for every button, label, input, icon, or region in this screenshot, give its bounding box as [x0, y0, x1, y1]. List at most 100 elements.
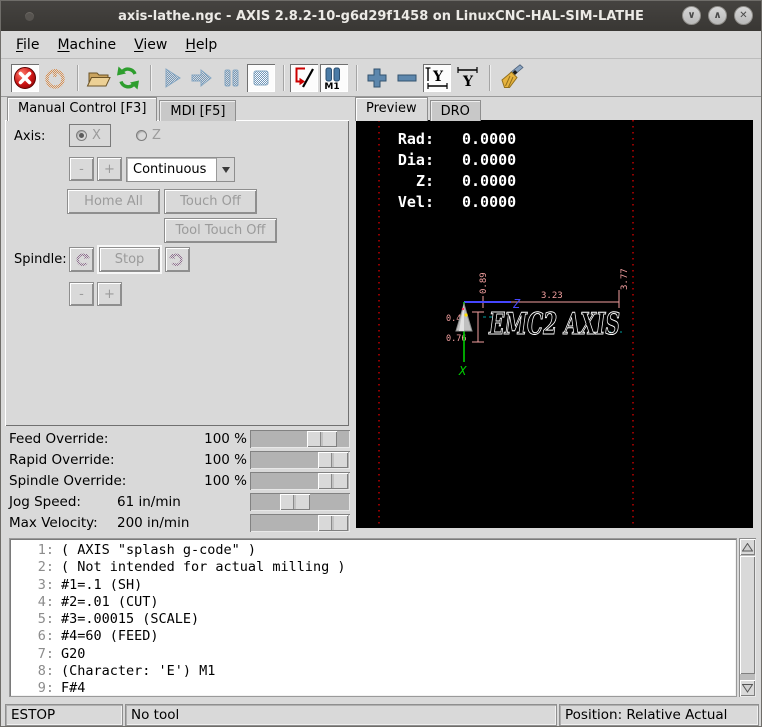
gcode-listing[interactable]: 1:( AXIS "splash g-code" ) 2:( Not inten… [9, 538, 737, 697]
run-icon [157, 64, 185, 92]
max-velocity-slider[interactable] [250, 514, 350, 532]
step-button[interactable] [187, 64, 215, 92]
tab-dro[interactable]: DRO [430, 100, 481, 121]
gcode-line[interactable]: 9: F#4 [10, 680, 736, 697]
dro-value: 0.0000 [462, 171, 516, 192]
tool-touch-off-button[interactable]: Tool Touch Off [164, 218, 277, 243]
stop-button[interactable] [247, 64, 275, 92]
zoom-in-button[interactable] [363, 64, 391, 92]
dro-row-rad: Rad: 0.0000 [394, 129, 516, 150]
gcode-line-number: 9: [10, 680, 54, 697]
zoom-out-icon [393, 64, 421, 92]
gcode-line[interactable]: 3:#1=.1 (SH) [10, 577, 736, 594]
gcode-line-text: G20 [61, 646, 85, 663]
reload-icon [114, 64, 142, 92]
scroll-up-button[interactable] [740, 539, 755, 555]
window-menu-dot[interactable] [25, 12, 34, 21]
gcode-line[interactable]: 2:( Not intended for actual milling ) [10, 559, 736, 576]
scrollbar-thumb[interactable] [740, 556, 755, 674]
optional-pause-button[interactable]: M1 [320, 64, 348, 92]
touch-off-button[interactable]: Touch Off [164, 189, 257, 214]
gcode-line[interactable]: 7: G20 [10, 646, 736, 663]
toolbar-separator [150, 65, 151, 91]
estop-button[interactable] [11, 64, 39, 92]
gcode-line-number: 5: [10, 611, 54, 628]
axis-radio-z[interactable]: Z [136, 128, 161, 143]
axis-window: axis-lathe.ngc - AXIS 2.8.2-10-g6d29f145… [0, 0, 762, 727]
tab-preview[interactable]: Preview [355, 97, 428, 121]
gcode-line[interactable]: 8:(Character: 'E') M1 [10, 663, 736, 680]
status-position-mode: Position: Relative Actual [559, 704, 759, 726]
dim-label-mid: 3.23 [541, 291, 563, 301]
radio-x-label: X [92, 128, 101, 143]
spindle-stop-button[interactable]: Stop [99, 247, 160, 272]
skip-lines-button[interactable] [290, 64, 318, 92]
dro-label: Vel: [394, 192, 434, 213]
open-file-button[interactable] [84, 64, 112, 92]
rapid-override-value: 100 % [117, 452, 247, 468]
gcode-line[interactable]: 4:#2=.01 (CUT) [10, 594, 736, 611]
maximize-button[interactable]: ∧ [708, 6, 727, 25]
spindle-forward-button[interactable] [165, 247, 190, 272]
gcode-line[interactable]: 5:#3=.00015 (SCALE) [10, 611, 736, 628]
feed-override-slider[interactable] [250, 430, 350, 448]
gcode-line[interactable]: 6:#4=60 (FEED) [10, 628, 736, 645]
dim-label-end: 3.77 [620, 268, 630, 290]
feed-override-thumb[interactable] [307, 431, 337, 447]
machine-power-button[interactable] [41, 64, 69, 92]
rapid-override-thumb[interactable] [318, 452, 348, 468]
menu-help[interactable]: Help [176, 33, 226, 57]
spindle-reverse-button[interactable] [69, 247, 94, 272]
jog-speed-slider[interactable] [250, 493, 350, 511]
dimensions-letter: Y [432, 69, 444, 85]
preview-canvas[interactable]: 0.89 3.23 3.77 0.45 0.76 EMC2 AXIS Z X [356, 120, 753, 528]
jog-speed-thumb[interactable] [280, 494, 310, 510]
close-button[interactable]: ✕ [734, 6, 753, 25]
dro-value: 0.0000 [462, 129, 516, 150]
tab-mdi[interactable]: MDI [F5] [159, 100, 236, 121]
rapid-override-slider[interactable] [250, 451, 350, 469]
max-velocity-thumb[interactable] [318, 515, 348, 531]
pause-button[interactable] [217, 64, 245, 92]
spindle-minus-button[interactable]: - [69, 282, 94, 306]
toolbar-separator [283, 65, 284, 91]
z-axis-label: Z [512, 297, 521, 311]
dimensions-toggle-button[interactable]: Y [423, 64, 451, 92]
spindle-override-slider[interactable] [250, 472, 350, 490]
scroll-down-button[interactable] [740, 680, 755, 696]
jog-plus-button[interactable]: + [97, 157, 122, 181]
titlebar[interactable]: axis-lathe.ngc - AXIS 2.8.2-10-g6d29f145… [1, 1, 761, 31]
gcode-line-number: 7: [10, 646, 54, 663]
reload-button[interactable] [114, 64, 142, 92]
menu-view-label: iew [143, 37, 167, 53]
spindle-override-thumb[interactable] [318, 473, 348, 489]
minimize-button[interactable]: ∨ [682, 6, 701, 25]
open-file-icon [84, 65, 112, 91]
extents-toggle-button[interactable]: Y [453, 64, 481, 92]
jog-mode-select[interactable]: Continuous [126, 157, 235, 182]
axis-radio-x[interactable]: X [69, 124, 111, 147]
menu-file[interactable]: File [7, 33, 48, 57]
run-button[interactable] [157, 64, 185, 92]
gcode-line-text: #1=.1 (SH) [61, 577, 142, 594]
arrow-up-icon [742, 543, 753, 552]
tab-manual-control[interactable]: Manual Control [F3] [7, 97, 157, 121]
gcode-line-text: F#4 [61, 680, 85, 697]
arrow-down-icon [742, 684, 753, 693]
dro-label: Rad: [394, 129, 434, 150]
clear-plot-button[interactable] [496, 64, 524, 92]
spindle-plus-button[interactable]: + [97, 282, 122, 306]
zoom-out-button[interactable] [393, 64, 421, 92]
jog-minus-button[interactable]: - [69, 157, 94, 181]
gcode-line-text: (Character: 'E') M1 [61, 663, 215, 680]
control-tabs: Manual Control [F3] MDI [F5] [7, 97, 238, 121]
gcode-scrollbar[interactable] [739, 538, 756, 697]
menu-machine[interactable]: Machine [48, 33, 125, 57]
gcode-line-text: #2=.01 (CUT) [61, 594, 159, 611]
menu-view[interactable]: View [125, 33, 176, 57]
menu-file-label: ile [23, 37, 39, 53]
home-all-button[interactable]: Home All [67, 189, 160, 214]
extents-icon: Y [453, 64, 481, 92]
step-icon [187, 64, 215, 92]
gcode-line[interactable]: 1:( AXIS "splash g-code" ) [10, 542, 736, 559]
